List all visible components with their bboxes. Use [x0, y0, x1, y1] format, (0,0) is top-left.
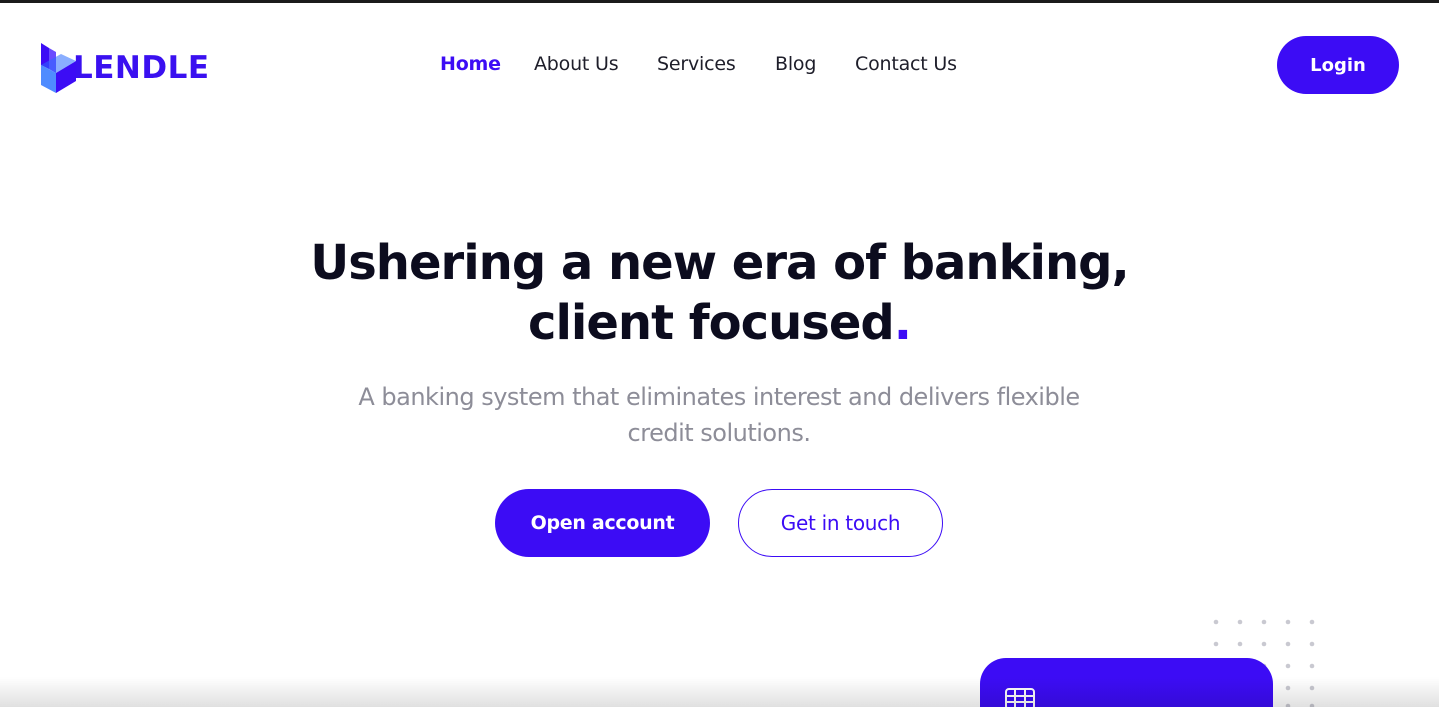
- hero-title-line1: Ushering a new era of banking,: [310, 235, 1129, 291]
- nav-item-blog[interactable]: Blog: [775, 53, 816, 75]
- page: LENDLE Home About Us Services Blog Conta…: [0, 3, 1439, 707]
- main-nav: Home About Us Services Blog Contact Us: [0, 53, 1439, 79]
- logo-mark-icon: [41, 43, 76, 93]
- hero-title-dot: .: [893, 295, 912, 351]
- nav-item-home[interactable]: Home: [440, 53, 501, 75]
- hero-title: Ushering a new era of banking, client fo…: [0, 233, 1439, 353]
- brand-name: LENDLE: [73, 49, 210, 86]
- nav-item-services[interactable]: Services: [657, 53, 736, 75]
- login-button[interactable]: Login: [1277, 36, 1399, 94]
- credit-card-preview: [980, 658, 1273, 707]
- card-chip-icon: [1005, 688, 1035, 707]
- get-in-touch-button[interactable]: Get in touch: [738, 489, 943, 557]
- hero-subtitle: A banking system that eliminates interes…: [358, 383, 1080, 447]
- nav-item-contact-us[interactable]: Contact Us: [855, 53, 957, 75]
- brand-logo[interactable]: LENDLE: [41, 43, 210, 93]
- hero-title-line2: client focused: [528, 295, 895, 351]
- open-account-button[interactable]: Open account: [495, 489, 710, 557]
- nav-item-about-us[interactable]: About Us: [534, 53, 619, 75]
